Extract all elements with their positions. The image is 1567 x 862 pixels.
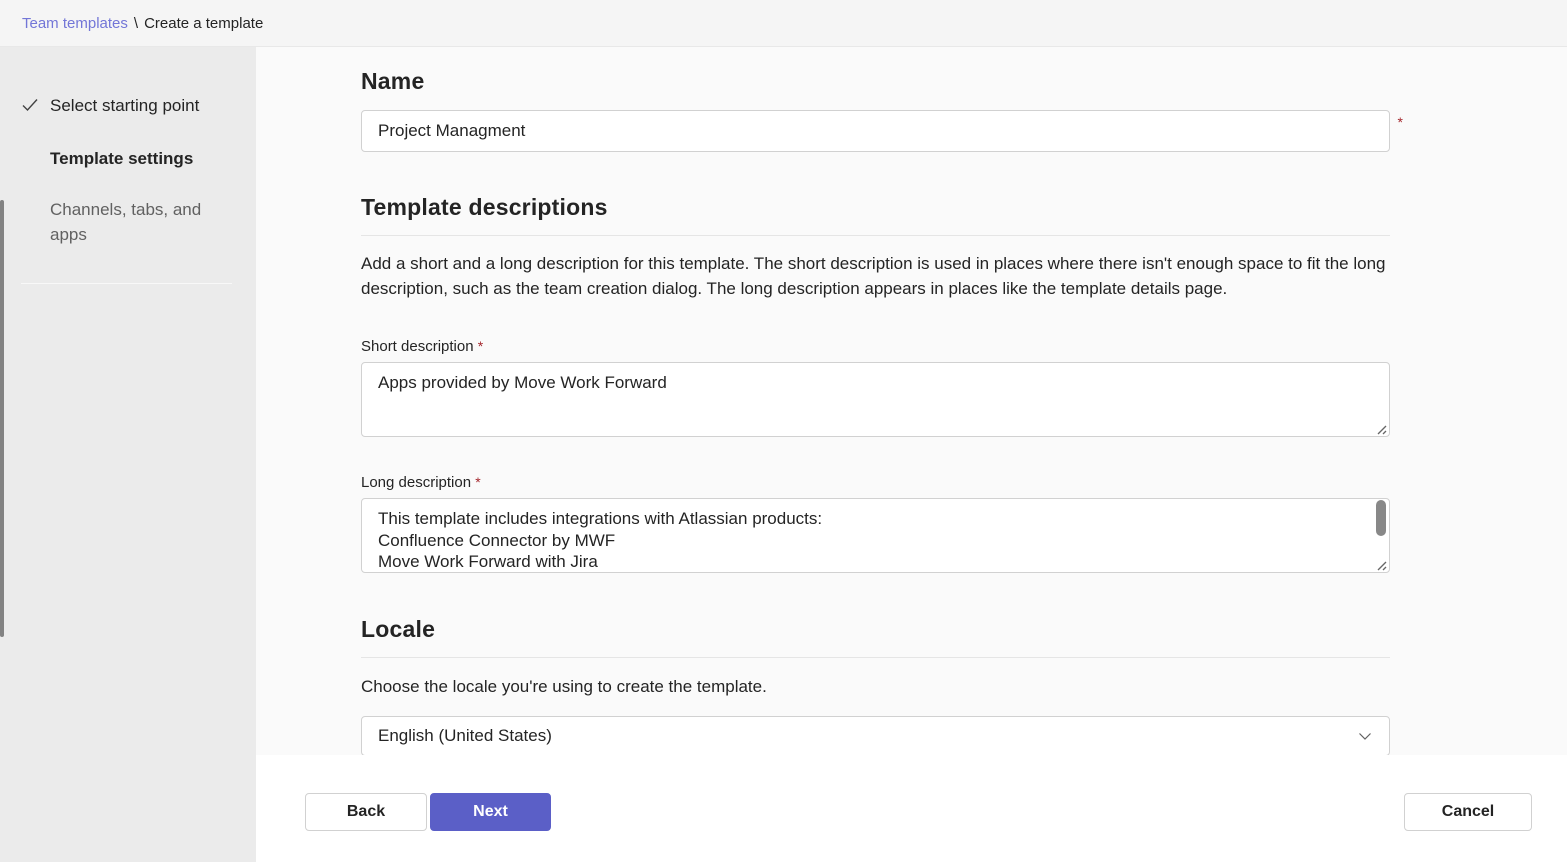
short-description-required-marker: * [478, 338, 483, 354]
chevron-down-icon [1357, 728, 1373, 744]
locale-intro-text: Choose the locale you're using to create… [361, 674, 1390, 699]
textarea-scrollbar-thumb[interactable] [1376, 500, 1386, 536]
sidebar-step-label: Channels, tabs, and apps [50, 197, 202, 247]
wizard-action-bar: Back Next Cancel [256, 755, 1567, 862]
wizard-steps-sidebar: Select starting point Template settings … [0, 47, 256, 862]
locale-section-heading: Locale [361, 616, 1390, 643]
short-description-label-text: Short description [361, 338, 474, 355]
breadcrumb-bar: Team templates \ Create a template [0, 0, 1567, 47]
resize-grip-icon[interactable] [1375, 422, 1387, 434]
long-description-label-text: Long description [361, 474, 471, 491]
resize-grip-icon[interactable] [1375, 558, 1387, 570]
cancel-button[interactable]: Cancel [1404, 793, 1532, 831]
long-description-required-marker: * [475, 474, 480, 490]
name-section-heading: Name [361, 68, 1390, 95]
long-description-textarea[interactable] [361, 498, 1390, 573]
breadcrumb-team-templates-link[interactable]: Team templates [22, 15, 128, 32]
sidebar-step-label: Select starting point [50, 93, 199, 120]
check-icon [20, 93, 50, 120]
breadcrumb-separator: \ [134, 15, 138, 32]
descriptions-intro-text: Add a short and a long description for t… [361, 251, 1390, 301]
sidebar-step-label: Template settings [50, 146, 193, 171]
short-description-label: Short description * [361, 338, 1390, 355]
short-description-textarea[interactable] [361, 362, 1390, 437]
template-settings-panel: Name * Template descriptions Add a short… [256, 47, 1567, 862]
page-scrollbar-thumb[interactable] [0, 200, 4, 637]
section-divider [361, 235, 1390, 236]
breadcrumb: Team templates \ Create a template [22, 15, 263, 32]
sidebar-step-channels-tabs-apps[interactable]: Channels, tabs, and apps [0, 197, 256, 247]
section-divider [361, 657, 1390, 658]
next-button[interactable]: Next [430, 793, 551, 831]
back-button[interactable]: Back [305, 793, 427, 831]
sidebar-step-select-starting-point[interactable]: Select starting point [0, 93, 256, 120]
template-name-input[interactable] [361, 110, 1390, 152]
descriptions-section-heading: Template descriptions [361, 194, 1390, 221]
sidebar-divider [21, 283, 232, 284]
name-required-marker: * [1398, 114, 1403, 130]
sidebar-step-template-settings[interactable]: Template settings [0, 146, 256, 171]
breadcrumb-current-page: Create a template [144, 15, 263, 32]
long-description-label: Long description * [361, 474, 1390, 491]
locale-dropdown-selected-value: English (United States) [378, 726, 1357, 746]
locale-dropdown[interactable]: English (United States) [361, 716, 1390, 756]
